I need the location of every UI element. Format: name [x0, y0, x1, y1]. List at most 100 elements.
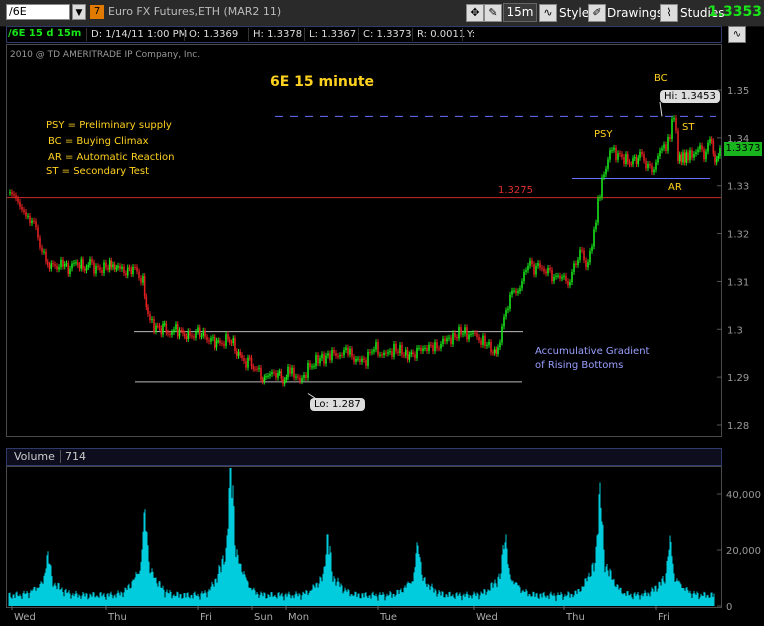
candle-body [673, 117, 675, 120]
candle-body [71, 263, 73, 269]
candle-body [661, 148, 663, 151]
candle-body [665, 144, 667, 151]
candle-body [130, 268, 133, 275]
candle-body [414, 354, 416, 359]
candle-body [671, 119, 673, 139]
price-axis-label: 1.35 [727, 86, 749, 97]
candle-body [289, 366, 291, 374]
candle-body [399, 344, 401, 354]
candle-body [460, 327, 462, 335]
candle-body [484, 335, 486, 346]
candle-body [539, 263, 541, 268]
candle-body [107, 267, 109, 270]
candle-body [175, 324, 177, 330]
candle-body [46, 261, 49, 265]
candle-body [626, 154, 629, 162]
candle-body [697, 149, 699, 153]
candle-body [267, 375, 269, 377]
candle-body [551, 269, 553, 282]
candle-body [363, 358, 365, 360]
day-label: Mon [288, 612, 309, 623]
high-callout-pointer [659, 101, 663, 117]
candle-body [675, 117, 677, 131]
day-label: Thu [565, 612, 585, 623]
candle-body [43, 251, 45, 253]
day-label: Sun [254, 612, 273, 623]
ar-label: AR [668, 182, 682, 193]
price-axis-label: 1.29 [727, 373, 749, 384]
candle-body [271, 372, 273, 375]
candle-body [381, 354, 383, 356]
current-price-tag: 1.3373 [724, 142, 762, 156]
candle-body [335, 353, 337, 356]
candle-body [543, 268, 545, 272]
candle-body [557, 275, 559, 277]
volume-axis-label: 40,000 [726, 490, 761, 501]
candle-body [52, 263, 54, 265]
candle-body [331, 350, 333, 361]
candle-body [11, 192, 13, 195]
candle-body [657, 156, 659, 163]
candle-body [63, 264, 66, 267]
price-axis-label: 1.33 [727, 182, 749, 193]
candle-body [153, 319, 155, 332]
candle-body [173, 329, 175, 333]
bc-label: BC [654, 73, 668, 84]
candle-body [237, 351, 240, 357]
candle-body [35, 221, 37, 228]
candle-body [707, 142, 709, 152]
candle-body [663, 144, 665, 149]
candle-body [710, 139, 713, 142]
candle-body [149, 313, 151, 321]
candle-body [474, 333, 476, 335]
candle-body [408, 354, 411, 360]
candle-body [125, 273, 127, 276]
candle-body [67, 263, 70, 275]
candle-body [319, 358, 321, 364]
candle-body [62, 259, 64, 267]
candle-body [169, 333, 171, 335]
legend-bc: BC = Buying Climax [48, 136, 149, 147]
candle-body [123, 266, 125, 274]
candle-body [297, 376, 299, 378]
candle-body [225, 334, 227, 346]
candle-body [434, 342, 436, 352]
candle-body [619, 153, 621, 155]
candle-body [180, 330, 183, 332]
candle-body [669, 137, 671, 139]
candle-body [351, 348, 353, 357]
candle-body [565, 275, 567, 282]
candle-body [99, 267, 101, 271]
day-label: Wed [476, 612, 498, 623]
candle-body [17, 198, 19, 202]
candle-body [140, 277, 142, 283]
low-callout: Lo: 1.287 [310, 398, 365, 411]
price-axis-label: 1.28 [727, 421, 749, 432]
chart-canvas: 1.351.341.331.321.311.31.291.2840,00020,… [7, 86, 761, 623]
candle-body [80, 259, 83, 269]
candle-body [535, 265, 537, 275]
candle-body [329, 353, 331, 361]
candle-body [219, 340, 221, 344]
candle-body [110, 260, 113, 268]
candle-body [478, 336, 480, 341]
candle-body [280, 371, 283, 379]
candle-body [198, 327, 201, 337]
candle-body [252, 366, 255, 369]
candle-body [714, 153, 716, 163]
candle-body [511, 290, 513, 295]
candle-body [19, 201, 21, 207]
candle-body [677, 130, 679, 162]
candle-body [227, 334, 229, 340]
candle-body [632, 158, 634, 165]
candle-body [680, 154, 683, 163]
volume-value: 714 [60, 450, 86, 463]
candle-body [517, 291, 519, 293]
candle-body [709, 139, 711, 143]
candle-body [486, 344, 488, 346]
candle-body [490, 341, 492, 353]
candle-body [82, 259, 84, 269]
candle-body [422, 348, 424, 351]
candle-body [359, 358, 361, 362]
candle-body [282, 378, 284, 384]
